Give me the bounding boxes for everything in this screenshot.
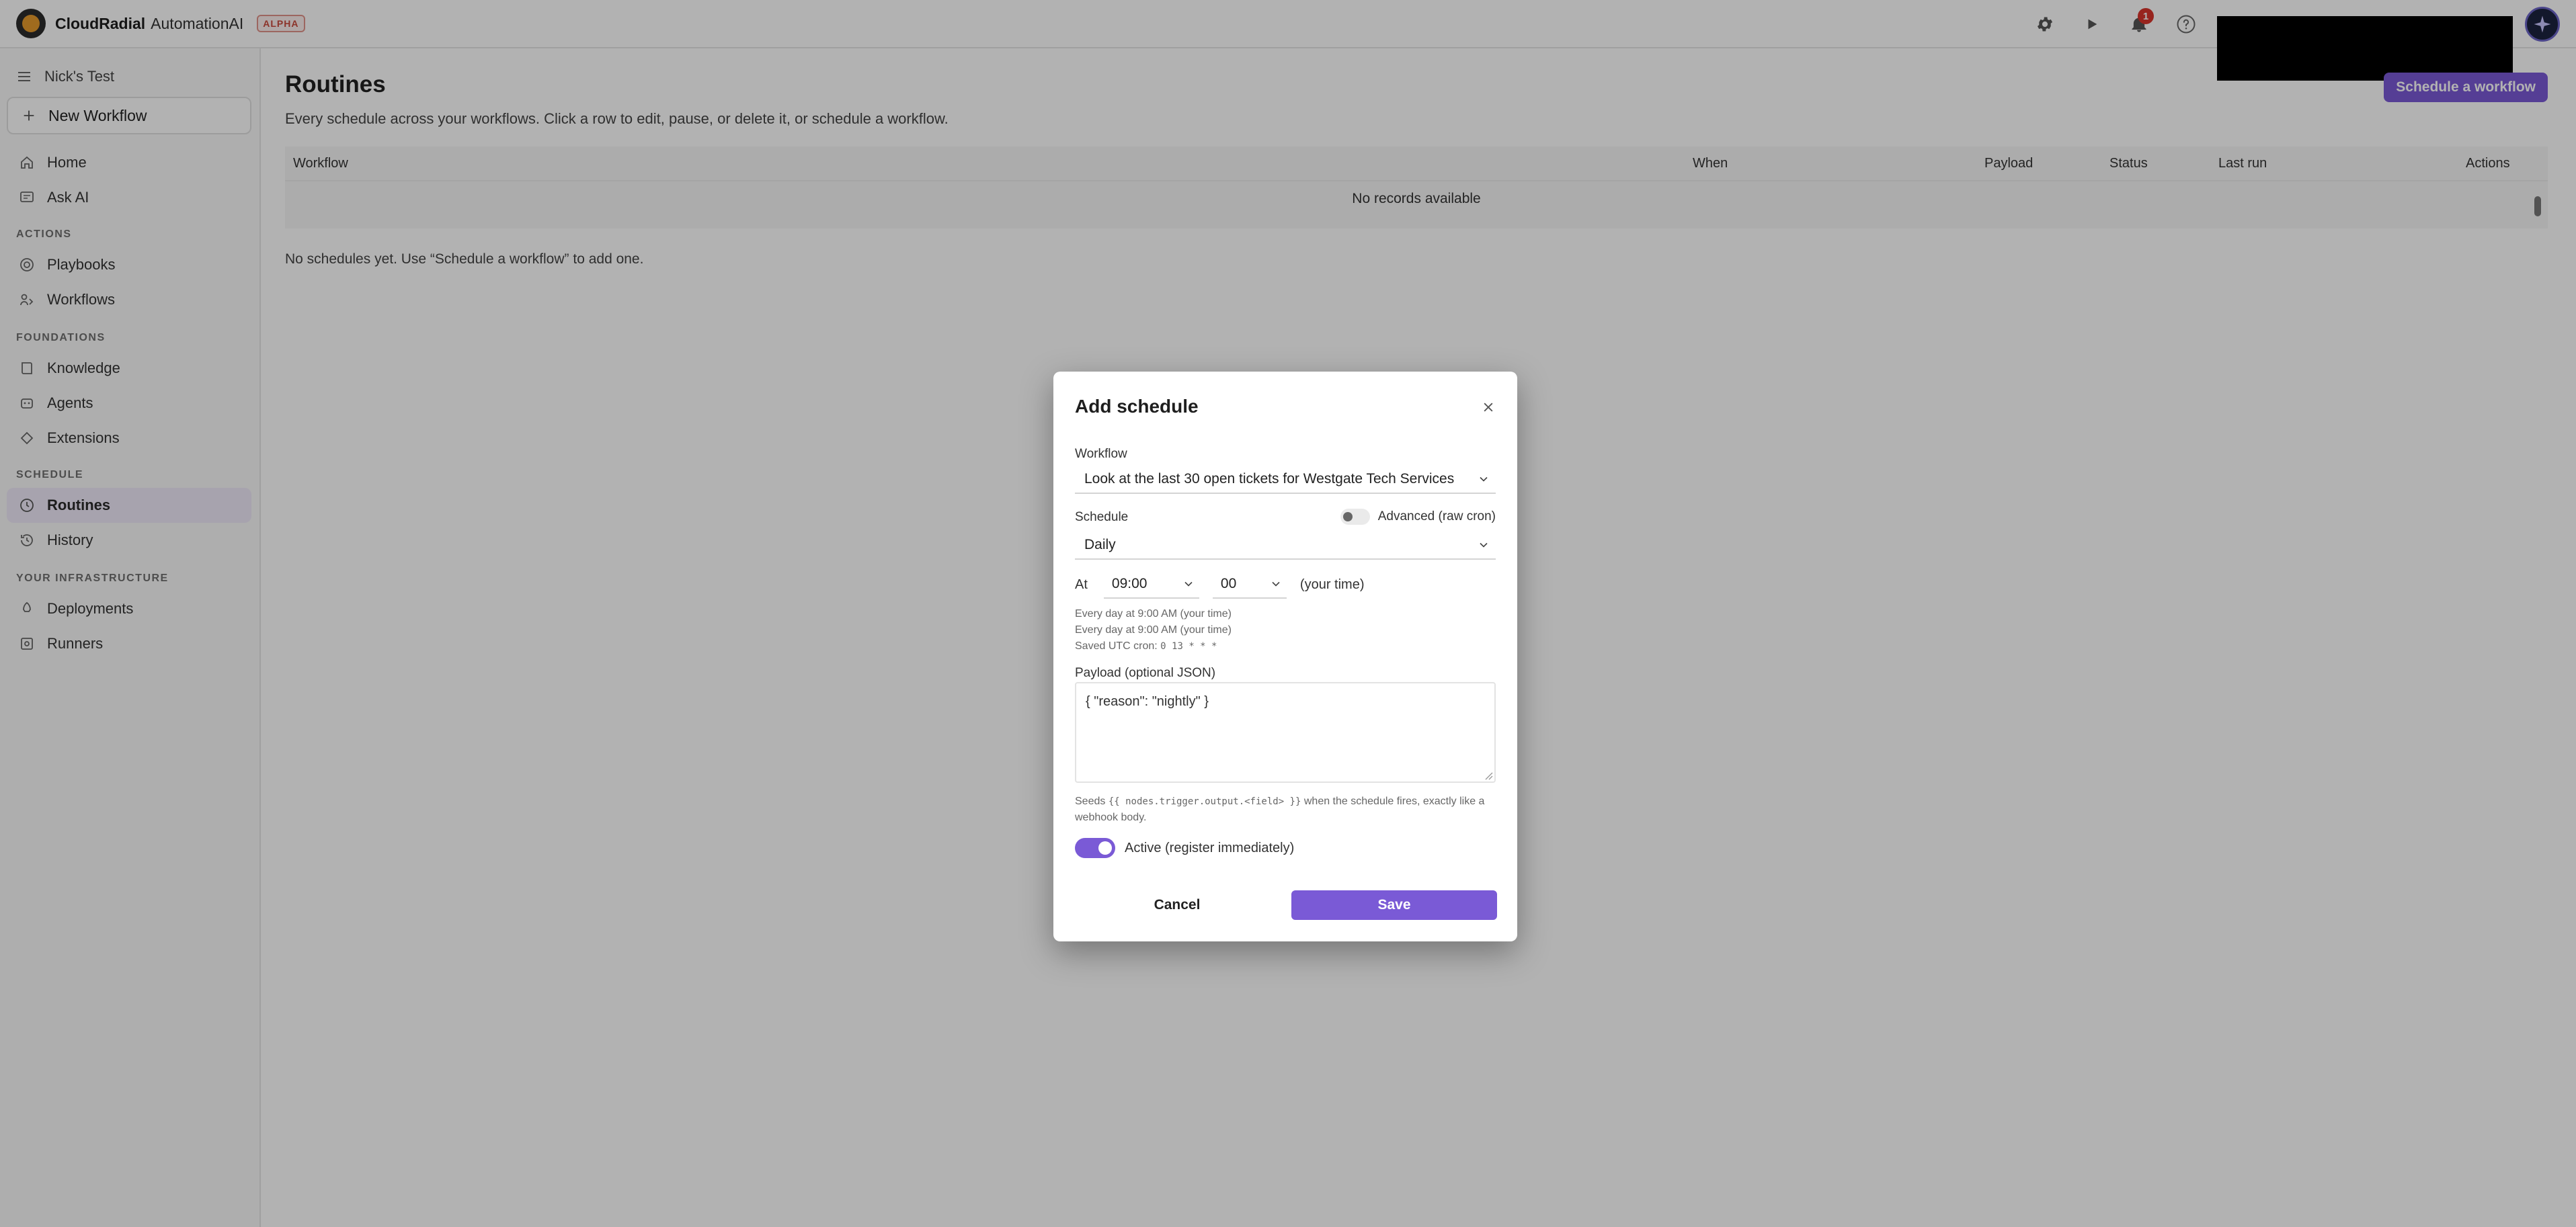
save-button[interactable]: Save bbox=[1291, 890, 1497, 920]
advanced-label: Advanced (raw cron) bbox=[1377, 509, 1496, 523]
schedule-summary: Every day at 9:00 AM (your time) bbox=[1075, 608, 1232, 620]
cancel-button[interactable]: Cancel bbox=[1075, 890, 1279, 920]
chevron-down-icon bbox=[1480, 542, 1488, 548]
utc-cron-prefix: Saved UTC cron: bbox=[1075, 640, 1158, 652]
advanced-cron-toggle[interactable]: Advanced (raw cron) bbox=[1340, 509, 1496, 525]
payload-help: Seeds {{ nodes.trigger.output.<field> }}… bbox=[1075, 794, 1498, 826]
schedule-select-value: Daily bbox=[1084, 537, 1116, 552]
schedule-select[interactable]: Daily bbox=[1075, 532, 1496, 560]
advanced-switch[interactable] bbox=[1340, 509, 1370, 525]
minute-value: 00 bbox=[1220, 576, 1237, 591]
seeds-prefix: Seeds bbox=[1075, 796, 1106, 807]
schedule-summary-repeat: Every day at 9:00 AM (your time) bbox=[1075, 624, 1232, 636]
workflow-label: Workflow bbox=[1075, 447, 1127, 461]
your-time-label: (your time) bbox=[1299, 577, 1365, 592]
resize-handle-icon[interactable] bbox=[1484, 771, 1493, 780]
time-row: At 09:00 00 (your time) bbox=[1075, 570, 1364, 599]
chevron-down-icon bbox=[1184, 581, 1193, 587]
utc-cron-value: 0 13 * * * bbox=[1160, 641, 1217, 652]
minute-select[interactable]: 00 bbox=[1212, 570, 1287, 599]
at-label: At bbox=[1075, 577, 1088, 592]
dialog-title: Add schedule bbox=[1075, 396, 1199, 417]
payload-value: { "reason": "nightly" } bbox=[1086, 694, 1209, 709]
hour-value: 09:00 bbox=[1111, 576, 1148, 591]
payload-textarea[interactable]: { "reason": "nightly" } bbox=[1075, 682, 1496, 783]
utc-cron-hint: Saved UTC cron: 0 13 * * * bbox=[1075, 640, 1217, 652]
workflow-select[interactable]: Look at the last 30 open tickets for Wes… bbox=[1075, 466, 1496, 494]
seeds-code: {{ nodes.trigger.output.<field> }} bbox=[1108, 796, 1301, 807]
payload-label: Payload (optional JSON) bbox=[1075, 666, 1216, 680]
chevron-down-icon bbox=[1480, 476, 1488, 482]
add-schedule-dialog: Add schedule Workflow Look at the last 3… bbox=[1053, 372, 1517, 941]
workflow-select-value: Look at the last 30 open tickets for Wes… bbox=[1084, 471, 1455, 486]
close-icon[interactable] bbox=[1480, 398, 1497, 416]
chevron-down-icon bbox=[1272, 581, 1280, 587]
hour-select[interactable]: 09:00 bbox=[1103, 570, 1199, 599]
active-switch[interactable] bbox=[1075, 838, 1115, 858]
active-toggle-row[interactable]: Active (register immediately) bbox=[1075, 838, 1294, 858]
schedule-label: Schedule bbox=[1075, 510, 1129, 524]
active-label: Active (register immediately) bbox=[1125, 840, 1295, 855]
